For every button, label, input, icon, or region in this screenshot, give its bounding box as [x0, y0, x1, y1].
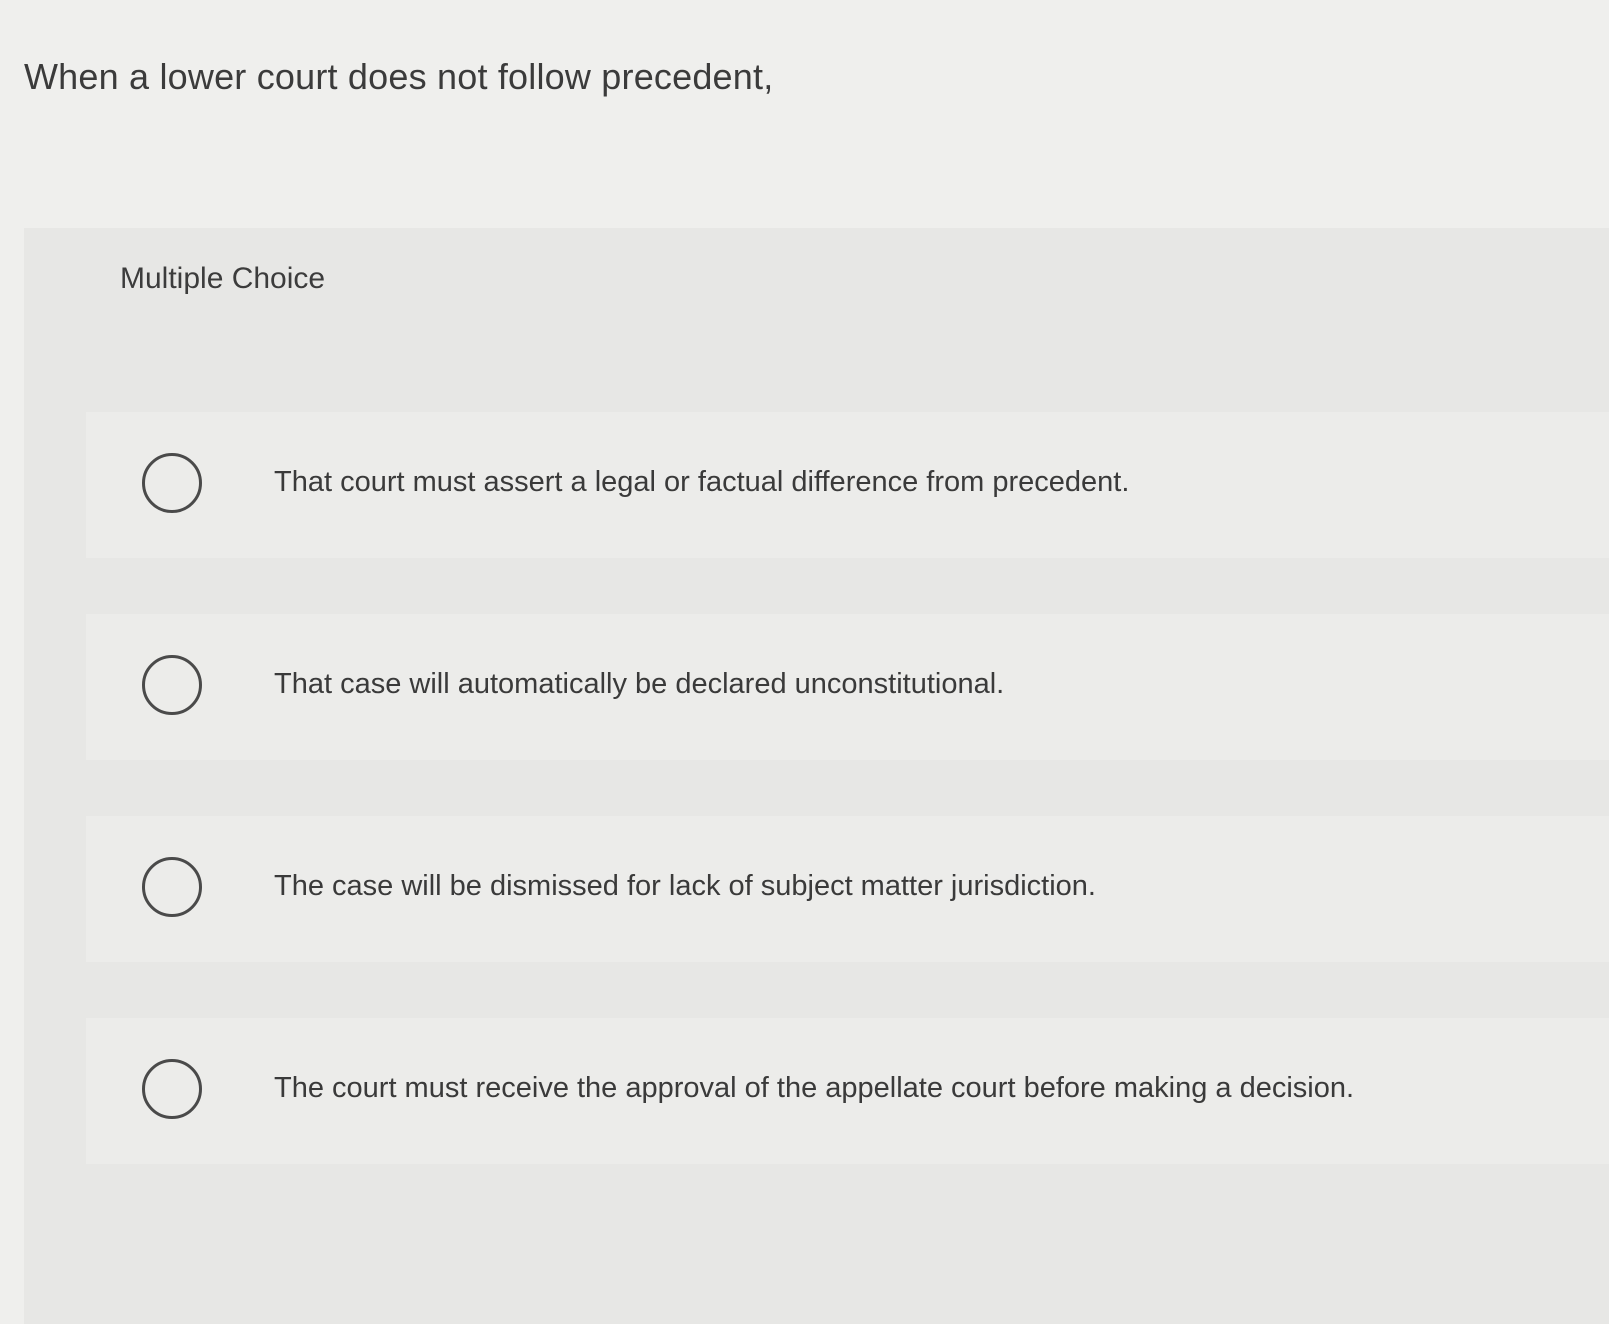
radio-button[interactable]: [142, 453, 202, 513]
answer-options: That court must assert a legal or factua…: [86, 412, 1609, 1220]
answer-option-text: That court must assert a legal or factua…: [274, 466, 1130, 498]
radio-button[interactable]: [142, 1059, 202, 1119]
answer-option-text: The court must receive the approval of t…: [274, 1072, 1355, 1104]
answer-option[interactable]: That court must assert a legal or factua…: [86, 412, 1609, 558]
radio-button[interactable]: [142, 655, 202, 715]
answer-option[interactable]: That case will automatically be declared…: [86, 614, 1609, 760]
answer-option-text: That case will automatically be declared…: [274, 668, 1005, 700]
question-type-label: Multiple Choice: [120, 262, 326, 295]
question-panel: Multiple Choice That court must assert a…: [24, 228, 1609, 1324]
answer-option[interactable]: The court must receive the approval of t…: [86, 1018, 1609, 1164]
answer-option[interactable]: The case will be dismissed for lack of s…: [86, 816, 1609, 962]
radio-button[interactable]: [142, 857, 202, 917]
question-text: When a lower court does not follow prece…: [24, 56, 774, 97]
answer-option-text: The case will be dismissed for lack of s…: [274, 870, 1096, 902]
